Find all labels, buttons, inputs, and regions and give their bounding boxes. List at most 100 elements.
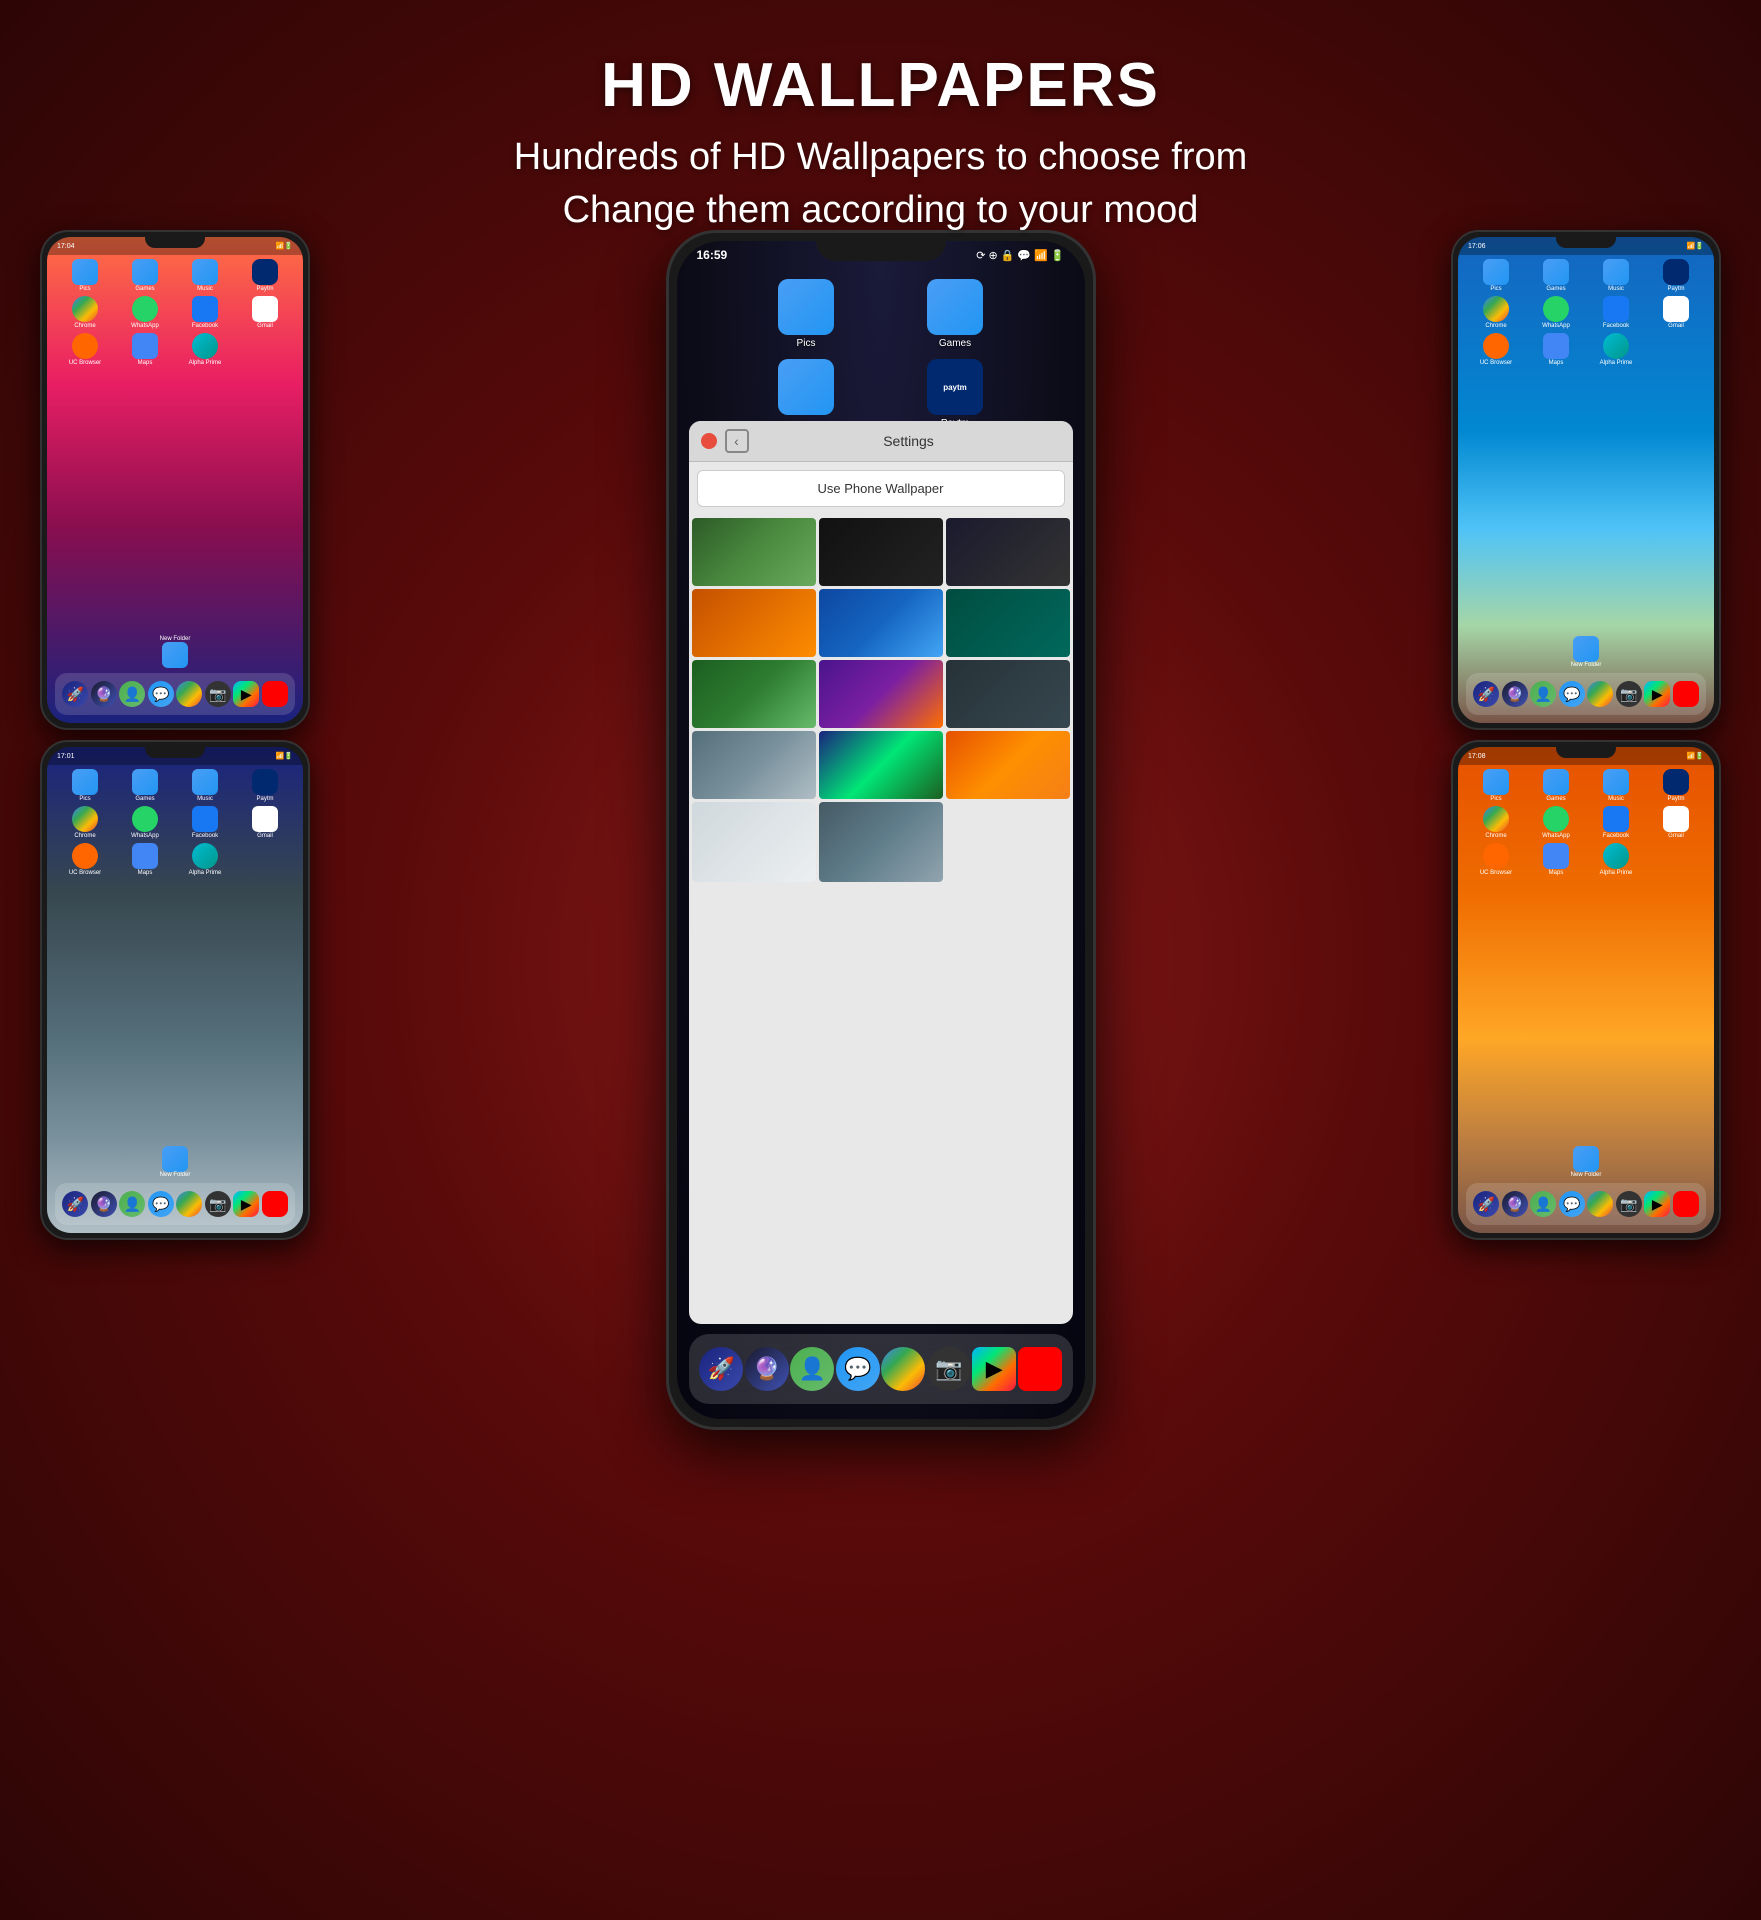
dock-icon: 🔮 xyxy=(1502,681,1528,707)
list-item: Maps xyxy=(1528,333,1584,366)
app-grid: Pics Games Music Paytm Chrome WhatsApp F… xyxy=(47,765,303,880)
center-phone-screen: 16:59 ⟳ ⊕ 🔒 💬 📶 🔋 xyxy=(677,241,1085,1419)
list-item: Maps xyxy=(1528,843,1584,876)
list-item: Games xyxy=(1528,769,1584,802)
list-item: WhatsApp xyxy=(1528,296,1584,329)
dock-icon: 📷 xyxy=(205,1191,231,1217)
list-item: UC Browser xyxy=(1468,843,1524,876)
dock-icon: 📷 xyxy=(1616,681,1642,707)
dock-icon: 💬 xyxy=(1559,681,1585,707)
folder-grid: Pics Games paytm Paytm xyxy=(677,269,1085,429)
list-item: WhatsApp xyxy=(1528,806,1584,839)
phone-screen: 17:06 📶🔋 Pics Games Music Paytm Chrome W… xyxy=(1458,237,1714,723)
list-item: Paytm xyxy=(237,769,293,802)
phone-screen: 17:04 📶🔋 Pics Games Music Paytm Chrome W… xyxy=(47,237,303,723)
dock-icon: 🔮 xyxy=(1502,1191,1528,1217)
wallpaper-thumbnail[interactable] xyxy=(946,731,1070,799)
list-item: UC Browser xyxy=(57,843,113,876)
dock-icon: 🚀 xyxy=(62,1191,88,1217)
list-item: Pics xyxy=(737,279,876,349)
dock-icon xyxy=(176,681,202,707)
wallpaper-thumbnail[interactable] xyxy=(946,660,1070,728)
wallpaper-thumbnail[interactable] xyxy=(819,802,943,882)
wallpaper-thumbnail[interactable] xyxy=(819,589,943,657)
dock-moji-icon[interactable]: 💬 xyxy=(836,1347,880,1391)
list-item: Paytm xyxy=(1648,769,1704,802)
wallpaper-thumbnail[interactable] xyxy=(819,731,943,799)
dock-icon: ▶ xyxy=(233,1191,259,1217)
list-item: Gmail xyxy=(1648,806,1704,839)
dock-icon: ▶ xyxy=(233,681,259,707)
dock-icon xyxy=(262,1191,288,1217)
phone-notch xyxy=(145,742,205,758)
dock-rocket-icon[interactable]: 🚀 xyxy=(699,1347,743,1391)
dock-contacts-icon[interactable]: 👤 xyxy=(790,1347,834,1391)
dock-icon: 🚀 xyxy=(1473,681,1499,707)
wallpaper-thumbnail[interactable] xyxy=(692,518,816,586)
dock-icon: 👤 xyxy=(1530,681,1556,707)
folder-icon xyxy=(778,359,834,415)
dock-icon: 🚀 xyxy=(62,681,88,707)
wallpaper-thumbnail[interactable] xyxy=(946,518,1070,586)
dock-youtube-icon[interactable] xyxy=(1018,1347,1062,1391)
list-item: Facebook xyxy=(177,806,233,839)
list-item: Music xyxy=(1588,769,1644,802)
use-wallpaper-button[interactable]: Use Phone Wallpaper xyxy=(697,470,1065,507)
dock-icon: 👤 xyxy=(119,681,145,707)
wallpaper-thumbnail[interactable] xyxy=(819,518,943,586)
wallpaper-thumbnail[interactable] xyxy=(692,731,816,799)
dock-icon xyxy=(262,681,288,707)
phone-dock: 🚀 🔮 👤 💬 📷 ▶ xyxy=(55,1183,295,1225)
settings-title: Settings xyxy=(757,433,1061,449)
list-item xyxy=(1648,843,1704,876)
list-item: Gmail xyxy=(237,806,293,839)
dock-icon: 💬 xyxy=(148,681,174,707)
list-item: Facebook xyxy=(1588,806,1644,839)
list-item: Chrome xyxy=(57,296,113,329)
page-header: HD WALLPAPERS Hundreds of HD Wallpapers … xyxy=(0,0,1761,267)
dock-icon: 📷 xyxy=(205,681,231,707)
status-time: 17:08 xyxy=(1468,753,1486,760)
dock-icon xyxy=(1673,1191,1699,1217)
wallpaper-thumbnail[interactable] xyxy=(692,802,816,882)
phones-container: 17:04 📶🔋 Pics Games Music Paytm Chrome W… xyxy=(0,230,1761,1920)
wallpaper-thumbnail[interactable] xyxy=(946,589,1070,657)
close-button[interactable] xyxy=(701,433,717,449)
folder-icon xyxy=(778,279,834,335)
dock-camera-icon[interactable]: 📷 xyxy=(927,1347,971,1391)
wallpaper-thumbnail[interactable] xyxy=(819,660,943,728)
wallpaper-thumbnail[interactable] xyxy=(692,589,816,657)
back-button[interactable]: ‹ xyxy=(725,429,749,453)
dock-icon: 💬 xyxy=(1559,1191,1585,1217)
phone-dock: 🚀 🔮 👤 💬 📷 ▶ xyxy=(1466,673,1706,715)
status-icons: 📶🔋 xyxy=(1687,752,1704,760)
dock-playstore-icon[interactable]: ▶ xyxy=(972,1347,1016,1391)
app-grid: Pics Games Music Paytm Chrome WhatsApp F… xyxy=(1458,765,1714,880)
app-grid: Pics Games Music Paytm Chrome WhatsApp F… xyxy=(47,255,303,370)
dock-chrome-icon[interactable] xyxy=(881,1347,925,1391)
phone-dock: 🚀 🔮 👤 💬 📷 ▶ xyxy=(1466,1183,1706,1225)
folder-icon xyxy=(927,279,983,335)
dock-icon: 👤 xyxy=(119,1191,145,1217)
dock-siri-icon[interactable]: 🔮 xyxy=(745,1347,789,1391)
phone-screen: 17:08 📶🔋 Pics Games Music Paytm Chrome W… xyxy=(1458,747,1714,1233)
list-item: paytm Paytm xyxy=(886,359,1025,429)
list-item: Maps xyxy=(117,333,173,366)
list-item: Facebook xyxy=(177,296,233,329)
list-item: UC Browser xyxy=(1468,333,1524,366)
dock-icon: 📷 xyxy=(1616,1191,1642,1217)
wallpaper-thumbnail[interactable] xyxy=(692,660,816,728)
list-item: Alpha Prime xyxy=(177,843,233,876)
list-item: Gmail xyxy=(1648,296,1704,329)
paytm-icon: paytm xyxy=(927,359,983,415)
dock-icon xyxy=(1587,1191,1613,1217)
dock-icon: 💬 xyxy=(148,1191,174,1217)
list-item xyxy=(237,843,293,876)
list-item: WhatsApp xyxy=(117,806,173,839)
dock-icon: ▶ xyxy=(1644,1191,1670,1217)
list-item: Chrome xyxy=(57,806,113,839)
list-item: UC Browser xyxy=(57,333,113,366)
dock-icon: 🔮 xyxy=(91,681,117,707)
phone-screen: 17:01 📶🔋 Pics Games Music Paytm Chrome W… xyxy=(47,747,303,1233)
list-item xyxy=(237,333,293,366)
